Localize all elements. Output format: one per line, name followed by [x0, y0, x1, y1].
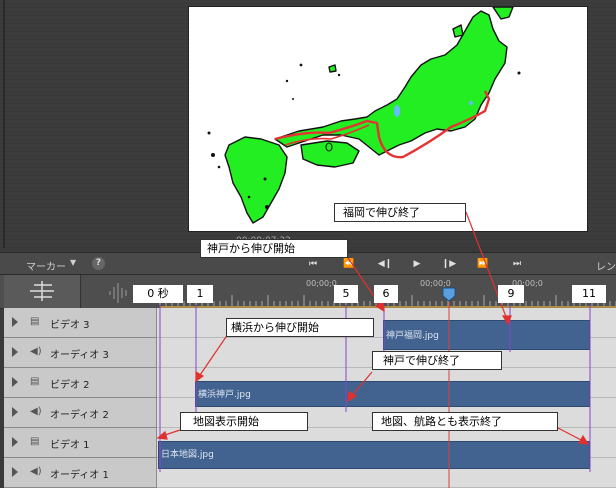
callout-kobe-start: 神戸から伸び開始 — [200, 239, 348, 258]
track-name: ビデオ 2 — [50, 380, 90, 391]
track-header[interactable]: ◀) オーディオ 2 — [4, 398, 157, 428]
film-icon: ▤ — [30, 376, 40, 387]
speaker-icon: ◀) — [30, 406, 42, 417]
step-forward-icon[interactable]: ❙▶ — [440, 257, 458, 271]
expand-arrow-icon[interactable] — [12, 377, 18, 387]
track-name: オーディオ 2 — [50, 410, 109, 421]
callout-map-start: 地図表示開始 — [180, 412, 308, 431]
clip-japan-map[interactable]: 日本地図.jpg — [158, 441, 590, 469]
film-icon: ▤ — [30, 316, 40, 327]
speaker-icon: ◀) — [30, 346, 42, 357]
track-name: ビデオ 1 — [50, 440, 90, 451]
speaker-icon: ◀) — [30, 466, 42, 477]
marker-menu-label[interactable]: マーカー — [26, 258, 66, 273]
skip-forward-icon[interactable]: ⏭ — [508, 257, 526, 271]
film-icon: ▤ — [30, 436, 40, 447]
track-name: オーディオ 3 — [50, 350, 109, 361]
clip-yokohama-kobe[interactable]: 横浜神戸.jpg — [195, 381, 590, 407]
expand-arrow-icon[interactable] — [12, 437, 18, 447]
preview-monitor[interactable] — [188, 6, 588, 232]
track-header[interactable]: ◀) オーディオ 3 — [4, 338, 157, 368]
help-icon[interactable]: ? — [92, 257, 105, 270]
callout-all-end: 地図、航路とも表示終了 — [372, 412, 558, 431]
marker-label-5: 5 — [334, 285, 358, 303]
expand-arrow-icon[interactable] — [12, 467, 18, 477]
marker-label-9: 9 — [498, 285, 524, 303]
monitor-panel: 00;00;07;22 — [0, 0, 616, 248]
japan-map-image — [207, 7, 521, 224]
track-header[interactable]: ▤ ビデオ 2 — [4, 368, 157, 398]
track-name: オーディオ 1 — [50, 470, 109, 481]
panel-edge — [3, 0, 5, 248]
marker-label-1: 1 — [187, 285, 213, 303]
expand-arrow-icon[interactable] — [12, 347, 18, 357]
marker-label-0: 0 秒 — [133, 285, 183, 303]
track-header[interactable]: ▤ ビデオ 1 — [4, 428, 157, 458]
expand-arrow-icon[interactable] — [12, 317, 18, 327]
clip-kobe-fukuoka[interactable]: 神戸福岡.jpg — [383, 320, 590, 350]
callout-kobe-end: 神戸で伸び終了 — [372, 351, 502, 370]
step-back-icon[interactable]: ◀❙ — [376, 257, 394, 271]
marker-label-11: 11 — [572, 285, 606, 303]
play-icon[interactable]: ▶ — [408, 257, 426, 271]
callout-fukuoka-end: 福岡で伸び終了 — [334, 203, 466, 222]
callout-yokohama-start: 横浜から伸び開始 — [226, 318, 374, 337]
track-name: ビデオ 3 — [50, 320, 90, 331]
skip-back-icon[interactable]: ⏮ — [304, 257, 322, 271]
track-header[interactable]: ▤ ビデオ 3 — [4, 308, 157, 338]
fast-forward-icon[interactable]: ⏩ — [474, 257, 492, 271]
rewind-icon[interactable]: ⏪ — [340, 257, 358, 271]
expand-arrow-icon[interactable] — [12, 407, 18, 417]
track-header[interactable]: ◀) オーディオ 1 — [4, 458, 157, 488]
marker-label-6: 6 — [374, 285, 398, 303]
chevron-down-icon[interactable]: ▼ — [70, 258, 76, 267]
